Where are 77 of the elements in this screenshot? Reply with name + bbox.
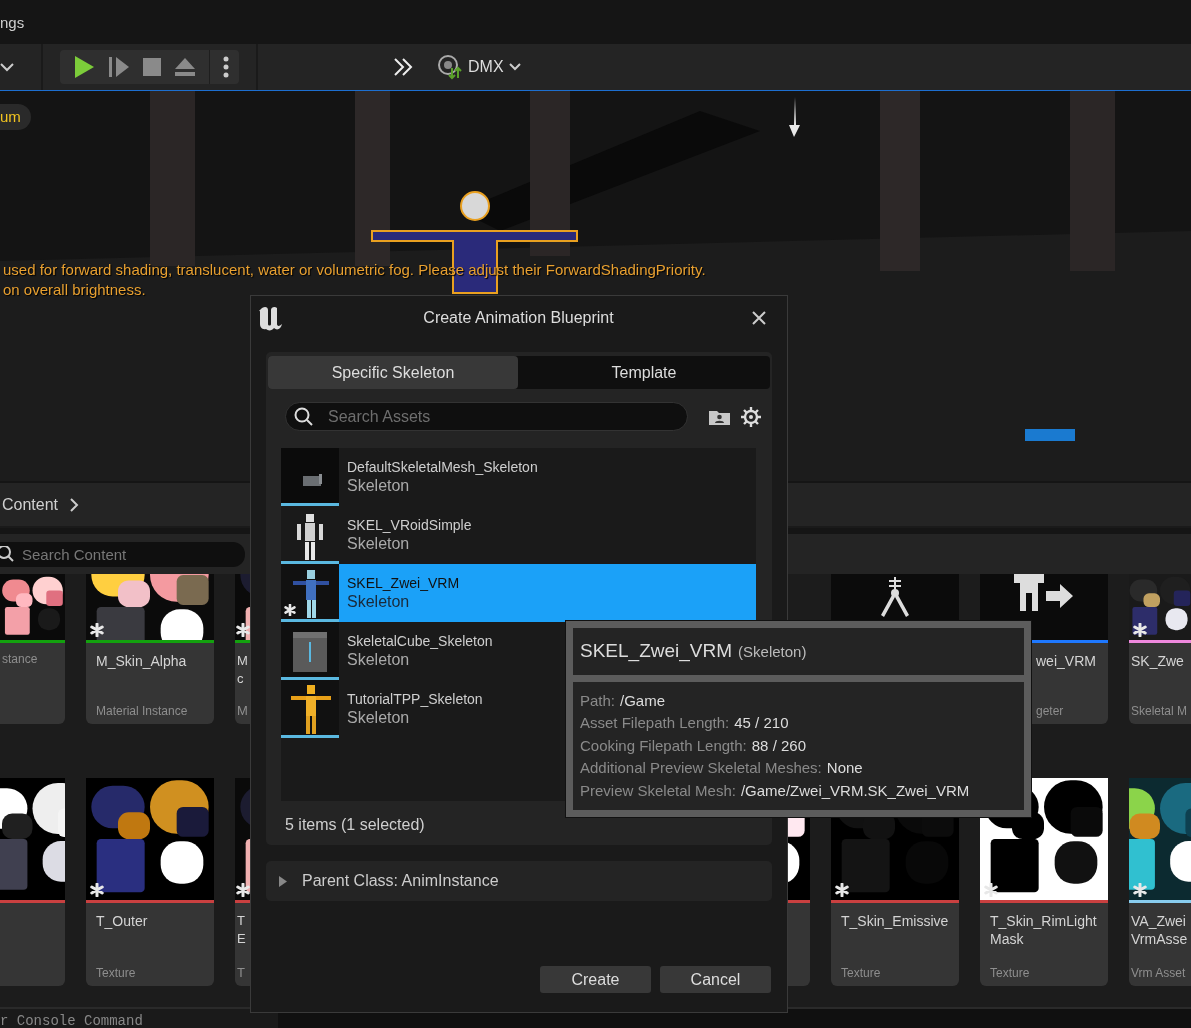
caret-icon[interactable]	[0, 62, 14, 72]
asset-card[interactable]: T_Outer Texture	[86, 778, 214, 986]
parent-class-label: Parent Class: AnimInstance	[302, 872, 499, 890]
asset-type: geter	[1036, 704, 1065, 718]
asset-name: T_Skin_RimLight Mask	[990, 912, 1098, 948]
property-label: Additional Preview Skeletal Meshes:	[580, 758, 822, 778]
asterisk-icon	[984, 883, 998, 897]
more-icon[interactable]	[223, 56, 229, 78]
property-label: Asset Filepath Length:	[580, 713, 730, 733]
asset-type: Skeleton	[347, 709, 410, 727]
asset-card[interactable]: SK_Zwe Skeletal M	[1129, 574, 1191, 724]
item-count: 5 items (1 selected)	[285, 816, 426, 834]
property-value: 88 / 260	[751, 735, 806, 756]
property-value: /Game	[620, 690, 666, 711]
asset-card[interactable]: T_Skin_RimLight Mask Texture	[980, 778, 1108, 986]
asterisk-icon	[236, 623, 250, 638]
asset-name: TutorialTPP_Skeleton	[347, 691, 483, 707]
asset-name: SKEL_VRoidSimple	[347, 517, 472, 533]
asset-name: SKEL_Zwei_VRM	[347, 575, 460, 591]
asterisk-icon	[236, 883, 250, 897]
caret-icon	[508, 63, 521, 71]
asset-name: M c	[237, 651, 248, 688]
asset-name: wei_VRM	[1036, 651, 1097, 670]
dmx-dropdown[interactable]: DMX	[433, 54, 525, 80]
console-field[interactable]: r Console Command	[0, 1009, 278, 1028]
asset-type: Texture	[96, 966, 137, 980]
property-label: Preview Skeletal Mesh:	[580, 780, 736, 801]
dmx-icon	[437, 54, 463, 80]
asset-card[interactable]	[0, 778, 65, 986]
asset-type: stance	[2, 651, 39, 666]
property-label: Path:	[580, 690, 616, 711]
asset-card[interactable]: VA_Zwei VrmAsse Vrm Asset	[1129, 778, 1191, 986]
asset-name: M_Skin_Alpha	[96, 651, 188, 670]
play-icon[interactable]	[73, 55, 95, 79]
asset-type: T	[237, 965, 246, 980]
asset-name: VA_Zwei VrmAsse	[1131, 912, 1189, 948]
asset-type: Skeleton	[347, 651, 410, 669]
asterisk-icon	[1133, 623, 1147, 638]
step-icon[interactable]	[108, 55, 130, 79]
tooltip-type: (Skeleton)	[738, 642, 807, 660]
asset-name: T_Skin_Emissive	[841, 912, 950, 930]
search-field[interactable]: Search Content	[0, 541, 245, 567]
asset-type: Skeleton	[347, 593, 410, 611]
asterisk-icon	[1133, 883, 1147, 897]
asset-type: Material Instance	[96, 704, 189, 718]
double-chevron-icon[interactable]	[393, 57, 413, 77]
search-icon	[0, 546, 14, 562]
asset-type: M	[237, 703, 248, 718]
asset-type: Texture	[990, 966, 1031, 980]
asset-type: Vrm Asset	[1131, 966, 1187, 980]
property-label: Cooking Filepath Length:	[580, 735, 747, 756]
breadcrumb-item[interactable]: Content	[2, 495, 59, 514]
asset-name: T_Outer	[96, 912, 149, 930]
asset-type: Skeletal M	[1131, 704, 1189, 718]
tooltip-title: SKEL_Zwei_VRM	[580, 640, 733, 663]
asterisk-icon	[90, 623, 104, 638]
property-value: None	[826, 758, 863, 778]
asset-type: Skeleton	[347, 477, 410, 495]
dialog-button[interactable]: Cancel	[660, 966, 771, 993]
menu-item[interactable]: ngs	[0, 13, 25, 31]
property-value: 45 / 210	[734, 713, 789, 733]
asterisk-icon	[835, 883, 849, 897]
asset-name: SkeletalCube_Skeleton	[347, 633, 493, 649]
expand-arrow-icon	[278, 874, 288, 888]
asset-card[interactable]: stance	[0, 574, 65, 724]
asset-list-item[interactable]: SKEL_VRoidSimple Skeleton	[281, 506, 756, 564]
asset-name: SK_Zwe	[1131, 651, 1185, 670]
parent-class-section[interactable]: Parent Class: AnimInstance	[266, 861, 772, 901]
asterisk-icon	[284, 604, 296, 616]
eject-icon[interactable]	[174, 57, 196, 77]
asterisk-icon	[90, 883, 104, 897]
asset-card[interactable]: M_Skin_Alpha Material Instance	[86, 574, 214, 724]
chevron-icon[interactable]	[70, 497, 80, 512]
asset-type: Texture	[841, 966, 882, 980]
asset-name: T E	[237, 912, 247, 948]
dialog-button[interactable]: Create	[540, 966, 651, 993]
asset-type: Skeleton	[347, 535, 410, 553]
